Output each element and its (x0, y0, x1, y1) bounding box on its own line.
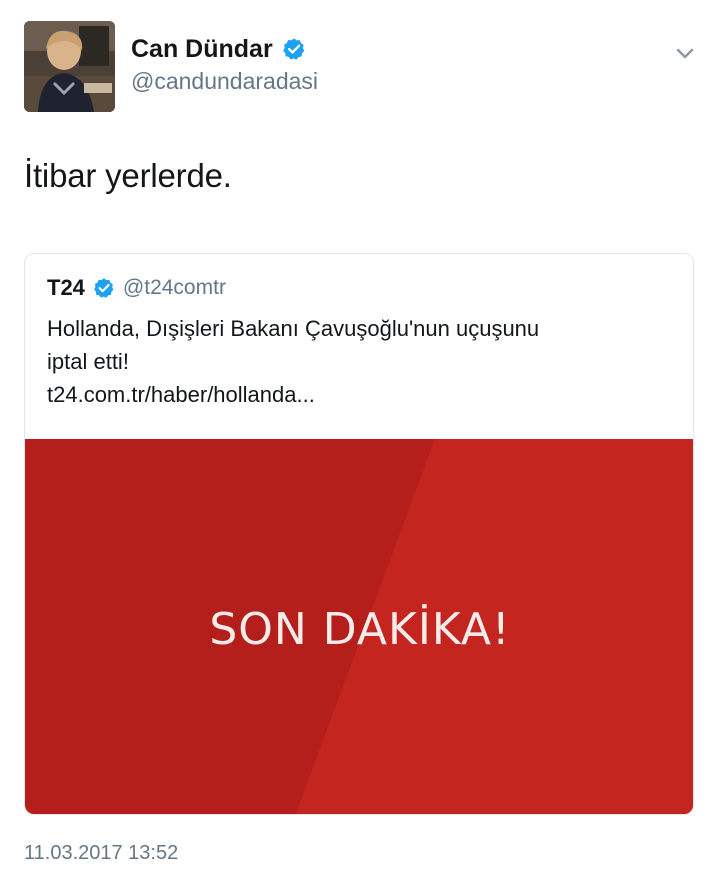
quoted-tweet-card[interactable]: T24 @t24comtr Hollanda, Dışişleri Bakanı… (24, 253, 694, 815)
quote-author-handle: @t24comtr (122, 276, 226, 299)
verified-badge-icon (282, 37, 306, 61)
media-headline: SON DAKİKA! (209, 604, 511, 655)
quote-link[interactable]: t24.com.tr/haber/hollanda... (47, 378, 677, 411)
chevron-down-icon[interactable] (672, 40, 698, 66)
tweet-text: İtibar yerlerde. (24, 157, 232, 194)
author-handle[interactable]: @candundaradasi (131, 68, 318, 95)
quote-header: T24 @t24comtr (47, 273, 226, 303)
author-info: Can Dündar @candundaradasi (131, 32, 318, 95)
author-avatar[interactable] (24, 21, 115, 112)
quote-media-image[interactable]: SON DAKİKA! (25, 439, 693, 814)
quote-author-name: T24 (47, 275, 85, 300)
quote-text-line: iptal etti! (47, 349, 129, 374)
author-name-row: Can Dündar (131, 32, 318, 66)
quote-text-line: Hollanda, Dışişleri Bakanı Çavuşoğlu'nun… (47, 316, 540, 341)
quote-text: Hollanda, Dışişleri Bakanı Çavuşoğlu'nun… (47, 312, 677, 411)
author-name[interactable]: Can Dündar (131, 35, 273, 64)
quote-verified-badge-icon (93, 277, 115, 299)
tweet-timestamp[interactable]: 11.03.2017 13:52 (24, 842, 178, 865)
